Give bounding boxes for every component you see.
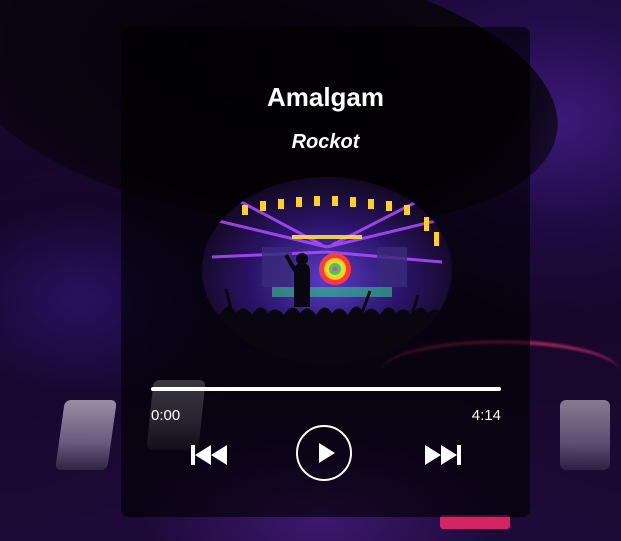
background-mixer-knob: [55, 400, 117, 470]
total-time: 4:14: [471, 407, 501, 424]
background-mixer-knob: [560, 400, 610, 470]
album-cover: [202, 177, 452, 363]
skip-next-icon: [425, 445, 461, 465]
music-player-card: Amalgam Rockot 0:00 4:14: [121, 27, 530, 517]
play-button[interactable]: [296, 425, 352, 481]
track-artist: Rockot: [291, 131, 360, 153]
current-time: 0:00: [151, 407, 181, 424]
concert-stage-image: [202, 177, 452, 363]
progress-bar[interactable]: [151, 387, 501, 391]
skip-previous-icon: [191, 445, 227, 465]
track-title: Amalgam: [266, 82, 385, 112]
playback-controls: [121, 425, 530, 485]
background-pink-light: [440, 515, 510, 529]
previous-track-button[interactable]: [191, 444, 227, 466]
next-track-button[interactable]: [425, 444, 461, 466]
play-icon: [319, 443, 335, 463]
progress-bar-fill: [151, 387, 501, 391]
